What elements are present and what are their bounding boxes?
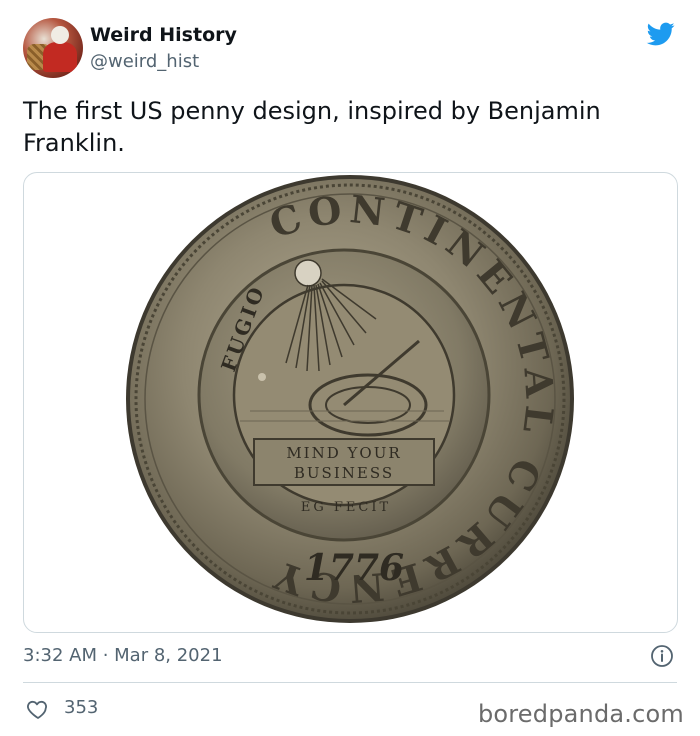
author-handle[interactable]: @weird_hist — [90, 51, 199, 72]
divider — [23, 682, 677, 683]
heart-icon[interactable] — [25, 697, 51, 721]
author-display-name[interactable]: Weird History — [90, 24, 237, 46]
coin-year: 1776 — [304, 547, 404, 589]
coin-maker-text: EG FECIT — [301, 500, 391, 515]
avatar-figure-body — [43, 42, 77, 72]
twitter-bird-icon[interactable] — [645, 20, 677, 48]
sun-icon — [294, 259, 322, 287]
tweet-text: The first US penny design, inspired by B… — [23, 97, 601, 157]
avatar-figure-head — [51, 26, 69, 44]
like-count[interactable]: 353 — [64, 697, 98, 718]
tweet-media-image[interactable]: CONTINENTAL CURRENCY MIND YOUR BUSINESS … — [23, 172, 678, 633]
coin-image: CONTINENTAL CURRENCY MIND YOUR BUSINESS … — [126, 175, 574, 623]
coin-motto-line2: BUSINESS — [294, 464, 394, 482]
watermark: boredpanda.com — [477, 700, 684, 728]
coin-motto-line1: MIND YOUR — [286, 444, 401, 462]
avatar[interactable] — [23, 18, 83, 78]
tweet-timestamp[interactable]: 3:32 AM · Mar 8, 2021 — [23, 645, 223, 666]
info-icon[interactable] — [650, 644, 674, 668]
